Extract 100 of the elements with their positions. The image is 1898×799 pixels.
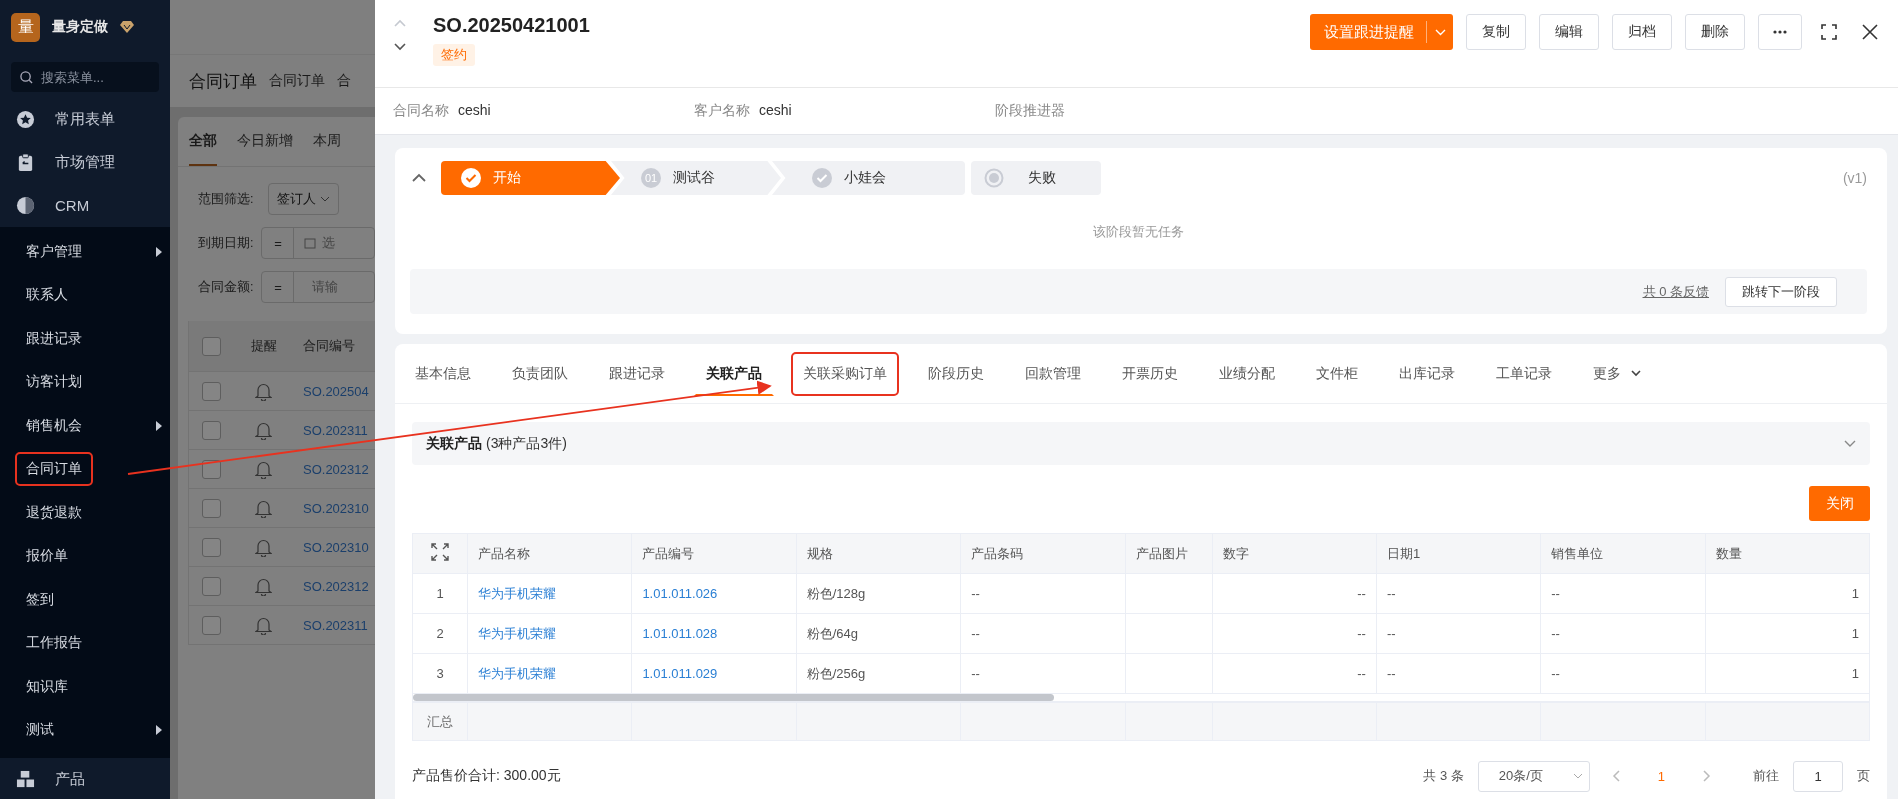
submenu-item[interactable]: 工作报告 [15,626,93,661]
bell-icon[interactable] [255,576,272,596]
submenu-item[interactable]: 签到 [15,582,65,617]
detail-tab[interactable]: 阶段历史 [916,351,996,396]
expand-icon[interactable] [431,543,449,561]
detail-tab[interactable]: 业绩分配 [1207,351,1287,396]
table-link[interactable]: 1.01.011.028 [631,613,797,654]
action-button[interactable]: 删除 [1685,14,1745,50]
checkbox[interactable] [202,576,221,596]
scrollbar-thumb[interactable] [413,694,1054,701]
table-cell: -- [1376,613,1541,654]
next-stage-button[interactable]: 跳转下一阶段 [1725,276,1837,307]
table-cell: -- [1212,573,1377,614]
table-link[interactable]: 1.01.011.026 [631,573,797,614]
checkbox[interactable] [202,615,221,635]
collapse-icon[interactable] [411,173,427,183]
section-header[interactable]: 关联产品 (3种产品3件) [412,422,1870,465]
action-button[interactable]: 复制 [1466,14,1526,50]
table-cell: 1 [1705,653,1870,694]
more-icon [1773,30,1787,34]
row-number: 3 [412,653,468,694]
breadcrumb[interactable]: 合 [337,72,351,90]
checkbox[interactable] [202,336,221,356]
submenu-item[interactable]: 访客计划 [15,365,93,400]
feedback-link[interactable]: 共 0 条反馈 [1642,282,1709,301]
detail-tab[interactable]: 负责团队 [500,351,580,396]
stage-step[interactable]: 失败 [971,161,1101,195]
empty-message: 该阶段暂无任务 [1092,223,1185,241]
breadcrumb[interactable]: 合同订单 [269,72,325,90]
bell-icon[interactable] [255,615,272,635]
detail-tab[interactable]: 开票历史 [1110,351,1190,396]
row-number: 2 [412,613,468,654]
caret-icon [1572,773,1583,779]
bell-icon[interactable] [255,420,272,440]
action-button[interactable]: 编辑 [1539,14,1599,50]
diamond-icon [120,21,134,33]
checkbox[interactable] [202,381,221,401]
table-cell: -- [1540,613,1706,654]
bell-icon[interactable] [255,381,272,401]
submenu-item[interactable]: 销售机会 [15,408,93,443]
detail-tab[interactable]: 基本信息 [403,351,483,396]
submenu-item[interactable]: 退货退款 [15,495,93,530]
detail-tab[interactable]: 更多 [1581,351,1653,396]
submenu-item[interactable]: 知识库 [15,669,79,704]
detail-tab[interactable]: 关联采购订单 [791,351,899,396]
menu-item[interactable]: CRM [0,184,170,227]
detail-tab[interactable]: 文件柜 [1304,351,1370,396]
caret-icon [320,196,330,202]
table-link[interactable]: 华为手机荣耀 [467,613,632,654]
table-cell: 粉色/64g [796,613,961,654]
table-cell: -- [960,573,1125,614]
search-field[interactable]: 搜索菜单... [11,62,159,92]
table-link[interactable]: 华为手机荣耀 [467,653,632,694]
search-input[interactable]: 搜索菜单... [39,68,139,86]
detail-tab[interactable]: 关联产品 [694,351,774,396]
table-link[interactable]: 华为手机荣耀 [467,573,632,614]
row-number: 1 [412,573,468,614]
summary-label: 汇总 [412,702,468,741]
menu-item[interactable]: 市场管理 [0,141,170,184]
submenu-item[interactable]: 测试 [15,713,65,748]
table-cell: -- [960,653,1125,694]
checkbox[interactable] [202,420,221,440]
list-tab[interactable]: 全部 [189,117,217,166]
submenu-item[interactable]: 合同订单 [15,452,93,487]
table-link[interactable]: 1.01.011.029 [631,653,797,694]
detail-tab[interactable]: 跟进记录 [597,351,677,396]
goto-label: 前往 [1753,767,1779,785]
checkbox[interactable] [202,498,221,518]
page-input[interactable]: 1 [1793,760,1843,792]
page-size-select[interactable]: 20条/页 [1477,760,1590,792]
next-icon[interactable] [393,42,407,52]
checkbox[interactable] [202,537,221,557]
bell-icon[interactable] [255,537,272,557]
detail-tab[interactable]: 出库记录 [1387,351,1467,396]
list-tab[interactable]: 本周 [313,117,341,166]
menu-item[interactable]: 常用表单 [0,98,170,141]
stage-step[interactable]: 小娃会 [772,161,965,195]
previous-icon[interactable] [393,18,407,28]
submenu-item[interactable]: 跟进记录 [15,321,93,356]
list-tab[interactable]: 今日新增 [237,117,293,166]
page-title: 合同订单 [189,70,257,93]
search-icon [20,70,33,84]
submenu-item[interactable]: 联系人 [15,278,79,313]
table-cell: -- [1540,573,1706,614]
detail-tab[interactable]: 回款管理 [1013,351,1093,396]
filter-select[interactable]: 签订人 [268,183,339,215]
previous-page-icon[interactable] [1611,770,1622,782]
action-button[interactable]: 归档 [1612,14,1672,50]
more-button[interactable] [1758,14,1802,50]
detail-tab[interactable]: 工单记录 [1484,351,1564,396]
table-cell: -- [1212,653,1377,694]
logo: 量 [11,12,40,42]
column-header: 规格 [796,533,961,574]
bell-icon[interactable] [255,498,272,518]
submenu-item[interactable]: 报价单 [15,539,79,574]
table-cell: -- [1212,613,1377,654]
next-page-icon[interactable] [1701,770,1711,782]
submenu-item[interactable]: 客户管理 [15,234,93,269]
bell-icon[interactable] [255,459,272,479]
table-cell: -- [1540,653,1706,694]
